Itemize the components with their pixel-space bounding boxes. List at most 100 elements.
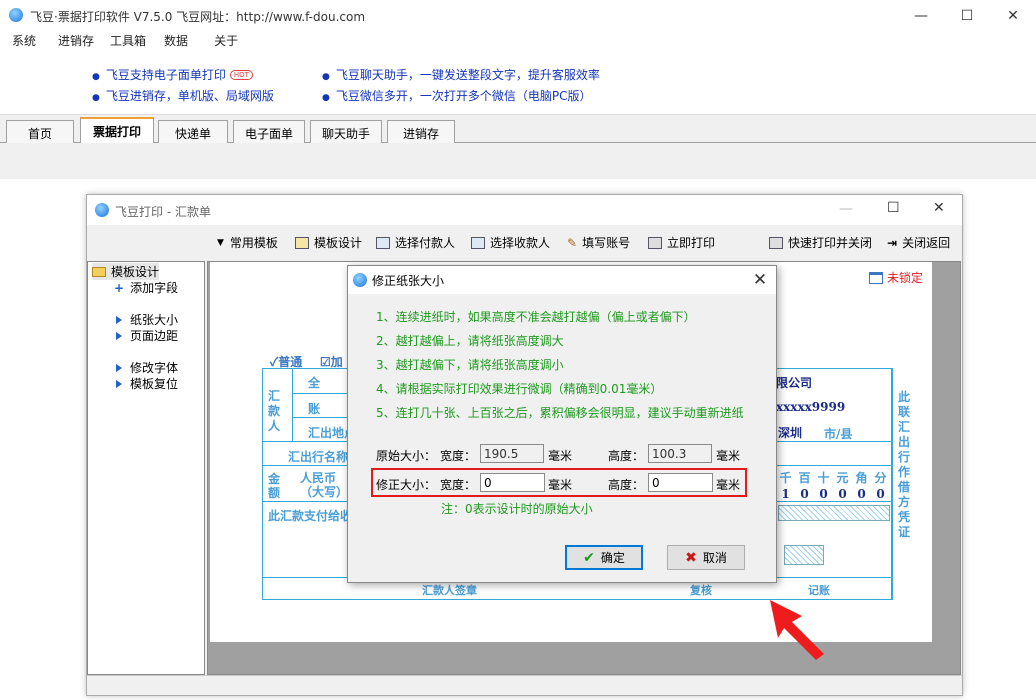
- tree-item-reset[interactable]: 模板复位: [116, 375, 178, 392]
- printer-icon: [769, 236, 783, 249]
- form-rule: [292, 417, 352, 418]
- corrected-size-label: 修正大小：: [376, 478, 437, 492]
- title-bar: 飞豆·票据打印软件 V7.5.0 飞豆网址：http://www.f-dou.c…: [0, 0, 1036, 31]
- original-height-unit: 毫米: [716, 449, 741, 463]
- original-height-field: [648, 444, 712, 463]
- tab-ticket-print[interactable]: 票据打印: [80, 117, 154, 144]
- select-payer-button[interactable]: 选择付款人: [376, 234, 455, 251]
- instruction-line: 5、连打几十张、上百张之后，累积偏移会很明显，建议手动重新进纸: [376, 406, 744, 420]
- tab-e-waybill[interactable]: 电子面单: [233, 120, 305, 143]
- minimize-button[interactable]: —: [839, 201, 853, 217]
- tab-inventory[interactable]: 进销存: [387, 120, 455, 143]
- print-now-button[interactable]: 立即打印: [648, 234, 715, 251]
- tree-item-paper-size[interactable]: 纸张大小: [116, 311, 178, 328]
- form-bookkeep-label: 记账: [808, 584, 830, 597]
- instruction-line: 1、连续进纸时，如果高度不准会越打越偏（偏上或者偏下）: [376, 310, 696, 324]
- digit-cell: 0: [819, 487, 828, 501]
- unit-cell: 千: [779, 471, 792, 485]
- tree-root[interactable]: 模板设计: [92, 263, 160, 280]
- red-pointer-arrow-icon: [770, 600, 824, 660]
- select-payee-button[interactable]: 选择收款人: [471, 234, 550, 251]
- correct-paper-size-dialog: 修正纸张大小 ✕ 1、连续进纸时，如果高度不准会越打越偏（偏上或者偏下） 2、越…: [347, 265, 777, 583]
- original-size-label: 原始大小：: [376, 449, 437, 463]
- hatched-field: [784, 545, 824, 565]
- corrected-height-input[interactable]: [648, 473, 713, 492]
- tab-home[interactable]: 首页: [6, 120, 74, 143]
- form-rule: [292, 368, 293, 441]
- form-notice-label: 此汇款支付给收: [268, 509, 353, 523]
- lock-window-icon: [869, 271, 883, 284]
- corrected-height-label: 高度：: [608, 478, 645, 492]
- dialog-titlebar: 修正纸张大小 ✕: [348, 266, 776, 294]
- menu-about[interactable]: 关于: [192, 31, 238, 51]
- unit-cell: 分: [874, 471, 887, 485]
- print-window-statusbar: [87, 675, 962, 695]
- dialog-title: 修正纸张大小: [372, 274, 445, 288]
- print-window-titlebar: 飞豆打印 - 汇款单 — ☐ ✕: [87, 195, 962, 225]
- corrected-width-label: 宽度：: [440, 478, 477, 492]
- promo-link-4[interactable]: ● 飞豆微信多开，一次打开多个微信（电脑PC版）: [322, 87, 591, 104]
- digit-cell: 0: [838, 487, 847, 501]
- menu-bar: 系统 进销存 工具箱 数据 关于: [0, 31, 1036, 51]
- ok-button[interactable]: ✔ 确定: [565, 545, 643, 570]
- promo-link-2[interactable]: ● 飞豆进销存，单机版、局域网版: [92, 87, 274, 104]
- menu-system[interactable]: 系统: [0, 31, 36, 51]
- promo-link-2-text: 飞豆进销存，单机版、局域网版: [105, 89, 274, 103]
- tab-chat-helper[interactable]: 聊天助手: [310, 120, 382, 143]
- maximize-button[interactable]: ☐: [887, 200, 900, 216]
- corrected-width-input[interactable]: [480, 473, 545, 492]
- form-add-check: ☑加: [320, 355, 343, 369]
- promo-link-1[interactable]: ● 飞豆支持电子面单打印 HOT: [92, 66, 253, 83]
- design-icon: [295, 236, 309, 249]
- form-sign-label: 汇款人签章: [422, 584, 477, 597]
- exit-door-icon: ⇥: [887, 235, 898, 250]
- form-normal-check: ✓普通: [270, 355, 303, 369]
- arrow-right-icon: [116, 380, 122, 388]
- amount-digit-row: 1 0 0 0 0 0: [776, 487, 890, 501]
- close-button[interactable]: ✕: [933, 200, 945, 216]
- form-review-label: 复核: [690, 584, 712, 597]
- minimize-button[interactable]: —: [898, 0, 944, 31]
- lock-status[interactable]: 未锁定: [869, 269, 923, 286]
- x-mark-icon: ✖: [685, 549, 697, 566]
- tab-toolbar-area: [0, 143, 1036, 179]
- promo-link-1-text: 飞豆支持电子面单打印: [105, 68, 226, 82]
- tree-item-font[interactable]: 修改字体: [116, 359, 178, 376]
- form-fullname-label: 全: [308, 376, 321, 390]
- original-width-label: 宽度：: [440, 449, 477, 463]
- app-logo-icon: [9, 8, 23, 22]
- digit-cell: 0: [876, 487, 885, 501]
- folder-icon: [92, 267, 106, 277]
- tab-express[interactable]: 快递单: [158, 120, 228, 143]
- promo-link-3-text: 飞豆聊天助手，一键发送整段文字，提升客服效率: [335, 68, 600, 82]
- tree-item-add-field[interactable]: + 添加字段: [114, 279, 178, 296]
- dialog-close-button[interactable]: ✕: [746, 268, 774, 292]
- original-width-unit: 毫米: [548, 449, 573, 463]
- print-window-title: 飞豆打印 - 汇款单: [115, 205, 211, 219]
- bullet-icon: ●: [322, 72, 330, 82]
- template-design-button[interactable]: 模板设计: [295, 234, 362, 251]
- close-button[interactable]: ✕: [990, 0, 1036, 31]
- print-toolbar: ▼ 常用模板 模板设计 选择付款人 选择收款人 ✎ 填写账号 立即打印 快速打印并关…: [87, 225, 962, 259]
- form-account-label: 账: [308, 402, 321, 416]
- form-amount-label: 金额: [268, 472, 281, 500]
- templates-dropdown[interactable]: ▼ 常用模板: [217, 234, 278, 251]
- form-city-value: 深圳: [778, 426, 803, 440]
- menu-data[interactable]: 数据: [150, 31, 188, 51]
- close-return-button[interactable]: ⇥ 关闭返回: [887, 234, 950, 251]
- digit-cell: 1: [781, 487, 790, 501]
- promo-link-3[interactable]: ● 飞豆聊天助手，一键发送整段文字，提升客服效率: [322, 66, 600, 83]
- cancel-button[interactable]: ✖ 取消: [667, 545, 745, 570]
- quick-print-close-button[interactable]: 快速打印并关闭: [769, 234, 872, 251]
- maximize-button[interactable]: ☐: [944, 0, 990, 31]
- instruction-line: 4、请根据实际打印效果进行微调（精确到0.01毫米）: [376, 382, 663, 396]
- menu-inventory[interactable]: 进销存: [40, 31, 94, 51]
- unit-cell: 角: [855, 471, 868, 485]
- contact-card-icon: [471, 236, 485, 249]
- corrected-height-unit: 毫米: [716, 478, 741, 492]
- tree-item-margins[interactable]: 页面边距: [116, 327, 178, 344]
- unit-cell: 百: [798, 471, 811, 485]
- bullet-icon: ●: [322, 93, 330, 103]
- fill-account-button[interactable]: ✎ 填写账号: [567, 234, 630, 251]
- menu-toolbox[interactable]: 工具箱: [98, 31, 146, 51]
